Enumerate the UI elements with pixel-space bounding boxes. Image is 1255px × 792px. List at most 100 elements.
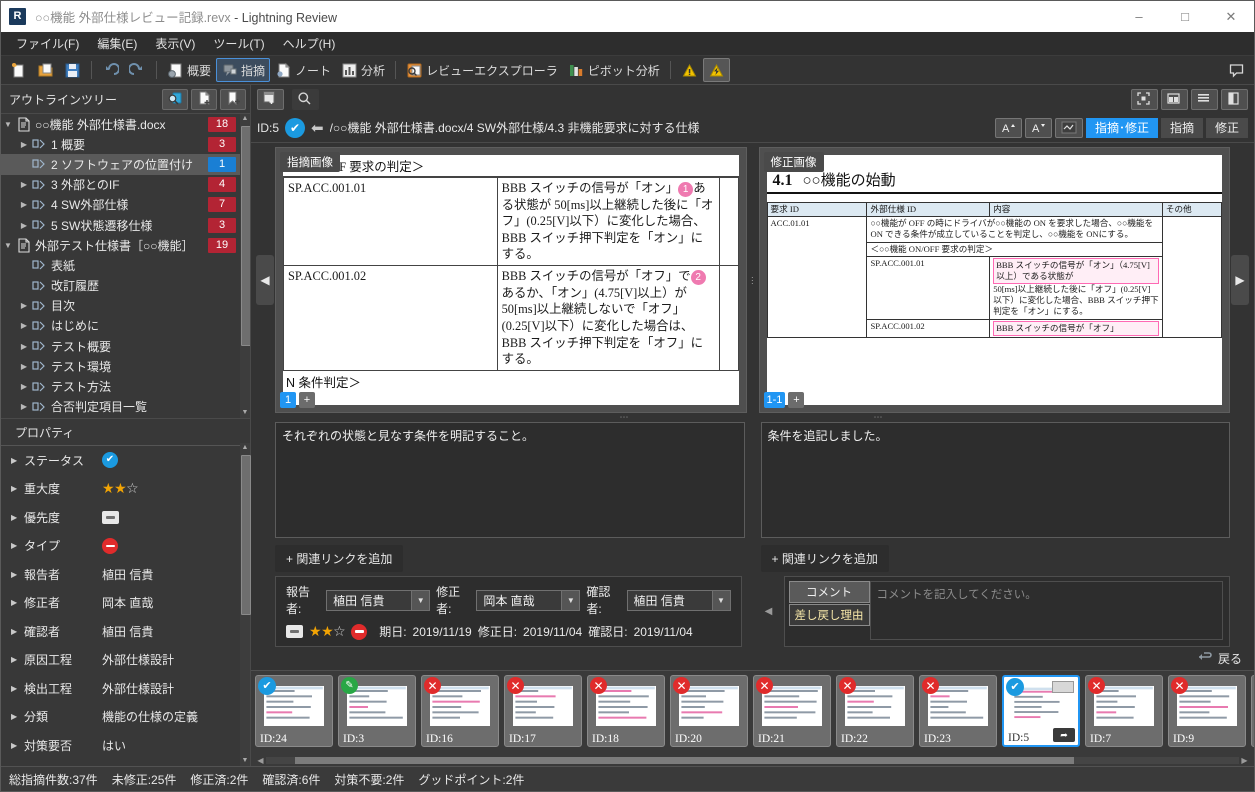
property-row-3[interactable]: ▶タイプ [1, 532, 250, 561]
pane-splitter[interactable]: ⋯ [747, 147, 759, 413]
property-expand-arrow[interactable]: ▶ [11, 570, 24, 579]
tree-item-9[interactable]: ▶目次 [1, 296, 240, 316]
property-row-0[interactable]: ▶ステータス✔ [1, 446, 250, 475]
tree-item-10[interactable]: ▶はじめに [1, 316, 240, 336]
prop-scroll-down-arrow[interactable]: ▼ [240, 756, 250, 766]
properties-scrollbar[interactable]: ▲ ▼ [240, 443, 250, 766]
fix-note-text[interactable]: 条件を追記しました。 [761, 422, 1231, 538]
fixdate-value[interactable]: 2019/11/04 [523, 625, 582, 639]
property-value[interactable] [102, 511, 250, 524]
property-value[interactable]: 外部仕様設計 [102, 651, 250, 668]
tree-expand-arrow[interactable]: ▶ [17, 321, 31, 330]
add-page-button[interactable] [257, 89, 284, 110]
property-expand-arrow[interactable]: ▶ [11, 541, 24, 550]
tab-fix[interactable]: 修正 [1206, 118, 1248, 138]
prop-scroll-thumb[interactable] [241, 455, 251, 615]
tree-expand-arrow[interactable]: ▼ [1, 120, 15, 129]
tree-expand-arrow[interactable]: ▶ [17, 200, 31, 209]
page-tab-1-1[interactable]: 1-1 [764, 392, 786, 408]
fix-add-link-button[interactable]: + 関連リンクを追加 [761, 545, 889, 572]
tree-item-1[interactable]: ▶1 概要3 [1, 134, 240, 154]
property-expand-arrow[interactable]: ▶ [11, 712, 24, 721]
property-value[interactable]: 岡本 直哉 [102, 594, 250, 611]
thumbnail-item[interactable]: ✕ID:22 [836, 675, 914, 747]
review-explorer-button[interactable]: レビューエクスプローラ [401, 58, 563, 82]
thumbnail-item[interactable]: ✕ID:23 [919, 675, 997, 747]
property-expand-arrow[interactable]: ▶ [11, 627, 24, 636]
tree-expand-arrow[interactable]: ▶ [17, 221, 31, 230]
pointout-add-link-button[interactable]: + 関連リンクを追加 [275, 545, 403, 572]
tree-expand-arrow[interactable]: ▼ [1, 241, 15, 250]
tree-item-0[interactable]: ▼○○機能 外部仕様書.docx18 [1, 114, 240, 134]
search-document-button[interactable] [162, 89, 188, 110]
comment-input[interactable]: コメントを記入してください。 [870, 581, 1224, 640]
property-row-2[interactable]: ▶優先度 [1, 503, 250, 532]
comment-toggle-button[interactable] [1223, 58, 1250, 82]
back-arrow-icon[interactable]: ⬅ [311, 119, 324, 137]
property-row-1[interactable]: ▶重大度★★☆ [1, 475, 250, 504]
thumbnail-item[interactable]: ✕ID:7 [1085, 675, 1163, 747]
property-value[interactable]: ★★☆ [102, 480, 250, 497]
property-expand-arrow[interactable]: ▶ [11, 484, 24, 493]
thumbnail-item[interactable]: ✕ID:18 [587, 675, 665, 747]
fullscreen-button[interactable] [1131, 89, 1158, 110]
pointout-note-text[interactable]: それぞれの状態と見なす条件を明記すること。 [275, 422, 745, 538]
list-view-button[interactable] [1191, 89, 1218, 110]
property-expand-arrow[interactable]: ▶ [11, 456, 24, 465]
undo-button[interactable] [97, 58, 124, 82]
tree-expand-arrow[interactable]: ▶ [17, 342, 31, 351]
tree-item-4[interactable]: ▶4 SW外部仕様7 [1, 195, 240, 215]
tree-item-13[interactable]: ▶テスト方法 [1, 376, 240, 396]
open-button[interactable] [32, 58, 59, 82]
property-expand-arrow[interactable]: ▶ [11, 655, 24, 664]
tree-item-8[interactable]: 改訂履歴 [1, 276, 240, 296]
property-row-6[interactable]: ▶確認者植田 信貴 [1, 617, 250, 646]
menu-view[interactable]: 表示(V) [146, 32, 204, 55]
prop-scroll-up-arrow[interactable]: ▲ [240, 443, 250, 453]
tab-comment[interactable]: コメント [789, 581, 870, 603]
thumb-scroll-left-arrow[interactable]: ◀ [255, 756, 266, 765]
type-deny-icon[interactable] [351, 624, 367, 640]
warning-filter-button[interactable] [703, 58, 730, 82]
menu-help[interactable]: ヘルプ(H) [274, 32, 345, 55]
scroll-thumb[interactable] [241, 126, 250, 346]
thumbnail-strip[interactable]: ✔ID:24✎ID:3✕ID:16✕ID:17✕ID:18✕ID:20✕ID:2… [251, 675, 1254, 754]
confirmdate-value[interactable]: 2019/11/04 [634, 625, 693, 639]
tab-reject-reason[interactable]: 差し戻し理由 [789, 604, 870, 626]
property-value[interactable]: ✔ [102, 452, 250, 468]
thumbnail-item[interactable]: ✔ID:5➦ [1002, 675, 1080, 747]
severity-stars[interactable]: ★★☆ [309, 623, 345, 640]
tree-expand-arrow[interactable]: ▶ [17, 301, 31, 310]
collapse-left-button[interactable]: ◀ [256, 255, 274, 305]
property-value[interactable]: 植田 信貴 [102, 623, 250, 640]
thumbnail-item[interactable]: ✕ID:2 [1251, 675, 1254, 747]
warning-button[interactable] [676, 58, 703, 82]
pointout-button[interactable]: 指摘 [216, 58, 270, 82]
property-value[interactable]: 外部仕様設計 [102, 680, 250, 697]
tree-item-5[interactable]: ▶5 SW状態遷移仕様3 [1, 215, 240, 235]
property-row-5[interactable]: ▶修正者岡本 直哉 [1, 589, 250, 618]
redo-button[interactable] [124, 58, 151, 82]
font-decrease-button[interactable]: A [1025, 118, 1052, 138]
save-button[interactable] [59, 58, 86, 82]
tree-expand-arrow[interactable]: ▶ [17, 402, 31, 411]
confirmer-select[interactable]: 植田 信貴 ▼ [627, 590, 731, 611]
property-expand-arrow[interactable]: ▶ [11, 598, 24, 607]
thumbnail-item[interactable]: ✎ID:3 [338, 675, 416, 747]
thumb-scroll-right-arrow[interactable]: ▶ [1239, 756, 1250, 765]
tree-item-11[interactable]: ▶テスト概要 [1, 336, 240, 356]
horizontal-splitter[interactable]: ⋯ ⋯ [251, 413, 1254, 422]
analysis-button[interactable]: 分析 [336, 58, 390, 82]
tree-item-2[interactable]: 2 ソフトウェアの位置付け1 [1, 154, 240, 174]
back-button[interactable]: 戻る [1218, 650, 1242, 667]
font-increase-button[interactable]: A [995, 118, 1022, 138]
thumbnail-item[interactable]: ✕ID:21 [753, 675, 831, 747]
tree-expand-arrow[interactable]: ▶ [17, 382, 31, 391]
overview-button[interactable]: 概要 [162, 58, 216, 82]
note-button[interactable]: ノート [270, 58, 336, 82]
tree-item-6[interactable]: ▼外部テスト仕様書［○○機能］19 [1, 235, 240, 255]
scroll-up-arrow[interactable]: ▲ [240, 114, 250, 124]
tree-item-12[interactable]: ▶テスト環境 [1, 356, 240, 376]
due-value[interactable]: 2019/11/19 [413, 625, 472, 639]
menu-file[interactable]: ファイル(F) [7, 32, 88, 55]
